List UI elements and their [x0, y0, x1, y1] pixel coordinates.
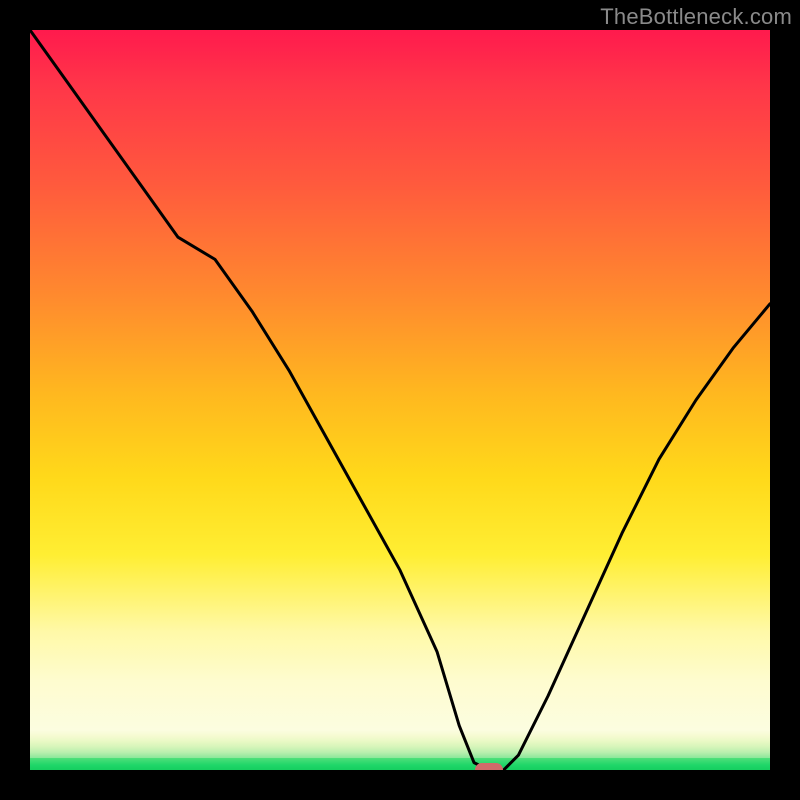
- bottleneck-curve: [30, 30, 770, 770]
- plot-area: [30, 30, 770, 770]
- bottleneck-marker: [475, 763, 503, 770]
- chart-frame: TheBottleneck.com: [0, 0, 800, 800]
- curve-svg: [30, 30, 770, 770]
- watermark-text: TheBottleneck.com: [600, 4, 792, 30]
